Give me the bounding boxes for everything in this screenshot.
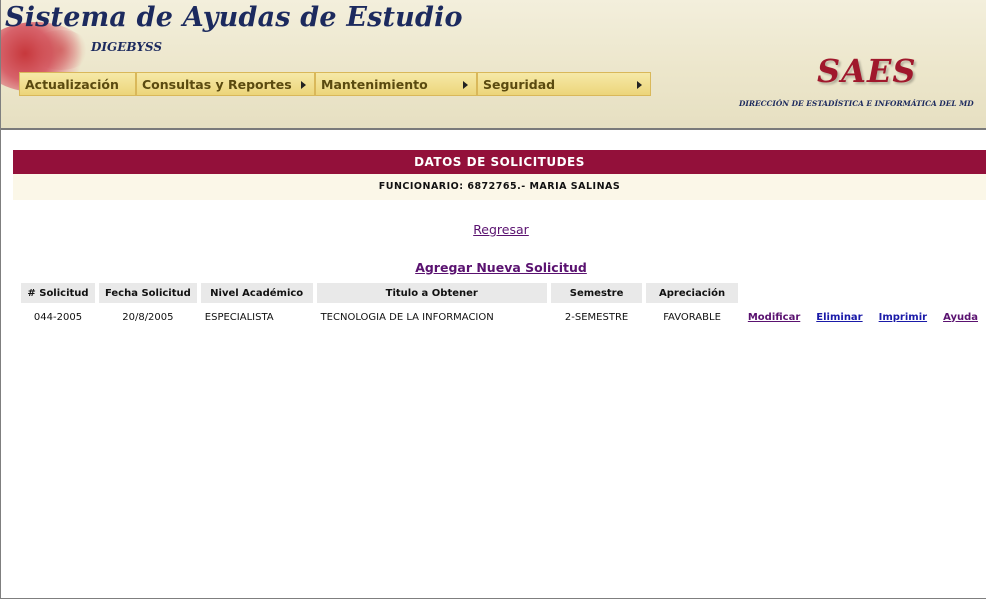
header-decoration-2 <box>31 30 91 70</box>
cell-apreciacion: FAVORABLE <box>663 311 721 323</box>
submenu-arrow-icon <box>301 81 306 89</box>
column-header: Semestre <box>550 283 643 303</box>
department-name: DIRECCIÓN DE ESTADÍSTICA E INFORMÁTICA D… <box>739 99 974 108</box>
table-header-row: # Solicitud Fecha Solicitud Nivel Académ… <box>21 283 982 303</box>
cell-nivel: ESPECIALISTA <box>204 311 274 323</box>
delete-link[interactable]: Eliminar <box>816 312 862 323</box>
back-link[interactable]: Regresar <box>473 222 529 237</box>
app-title: Sistema de Ayudas de Estudio <box>5 2 463 33</box>
menu-item-seguridad[interactable]: Seguridad <box>477 72 651 96</box>
cell-semestre: 2-SEMESTRE <box>564 311 629 323</box>
add-request-link[interactable]: Agregar Nueva Solicitud <box>415 260 587 275</box>
column-header: Titulo a Obtener <box>316 283 547 303</box>
table-row: 044-2005 20/8/2005 ESPECIALISTA TECNOLOG… <box>21 305 982 329</box>
brand-logo: SAES <box>817 52 917 90</box>
official-info: FUNCIONARIO: 6872765.- MARIA SALINAS <box>13 174 986 200</box>
section-title: DATOS DE SOLICITUDES <box>13 150 986 174</box>
page-header: Sistema de Ayudas de Estudio DIGEBYSS SA… <box>1 0 986 130</box>
submenu-arrow-icon <box>463 81 468 89</box>
cell-fecha: 20/8/2005 <box>122 311 174 323</box>
menu-item-actualizacion[interactable]: Actualización <box>19 72 136 96</box>
requests-table: # Solicitud Fecha Solicitud Nivel Académ… <box>17 281 986 331</box>
column-header: Apreciación <box>646 283 738 303</box>
print-link[interactable]: Imprimir <box>879 312 927 323</box>
menu-item-mantenimiento[interactable]: Mantenimiento <box>315 72 477 96</box>
add-link-container: Agregar Nueva Solicitud <box>0 260 986 275</box>
menu-item-label: Mantenimiento <box>321 77 428 92</box>
help-link[interactable]: Ayuda <box>943 312 978 323</box>
cell-solicitud: 044-2005 <box>33 311 83 323</box>
modify-link[interactable]: Modificar <box>748 312 800 323</box>
back-link-container: Regresar <box>0 222 986 237</box>
column-header: Nivel Académico <box>200 283 313 303</box>
cell-titulo: TECNOLOGIA DE LA INFORMACION <box>320 311 494 323</box>
menu-item-label: Consultas y Reportes <box>142 77 292 92</box>
menu-item-label: Actualización <box>25 77 119 92</box>
app-subtitle: DIGEBYSS <box>91 40 162 54</box>
column-header: Fecha Solicitud <box>98 283 197 303</box>
menu-item-label: Seguridad <box>483 77 556 92</box>
submenu-arrow-icon <box>637 81 642 89</box>
menu-item-consultas-reportes[interactable]: Consultas y Reportes <box>136 72 315 96</box>
column-header: # Solicitud <box>21 283 95 303</box>
